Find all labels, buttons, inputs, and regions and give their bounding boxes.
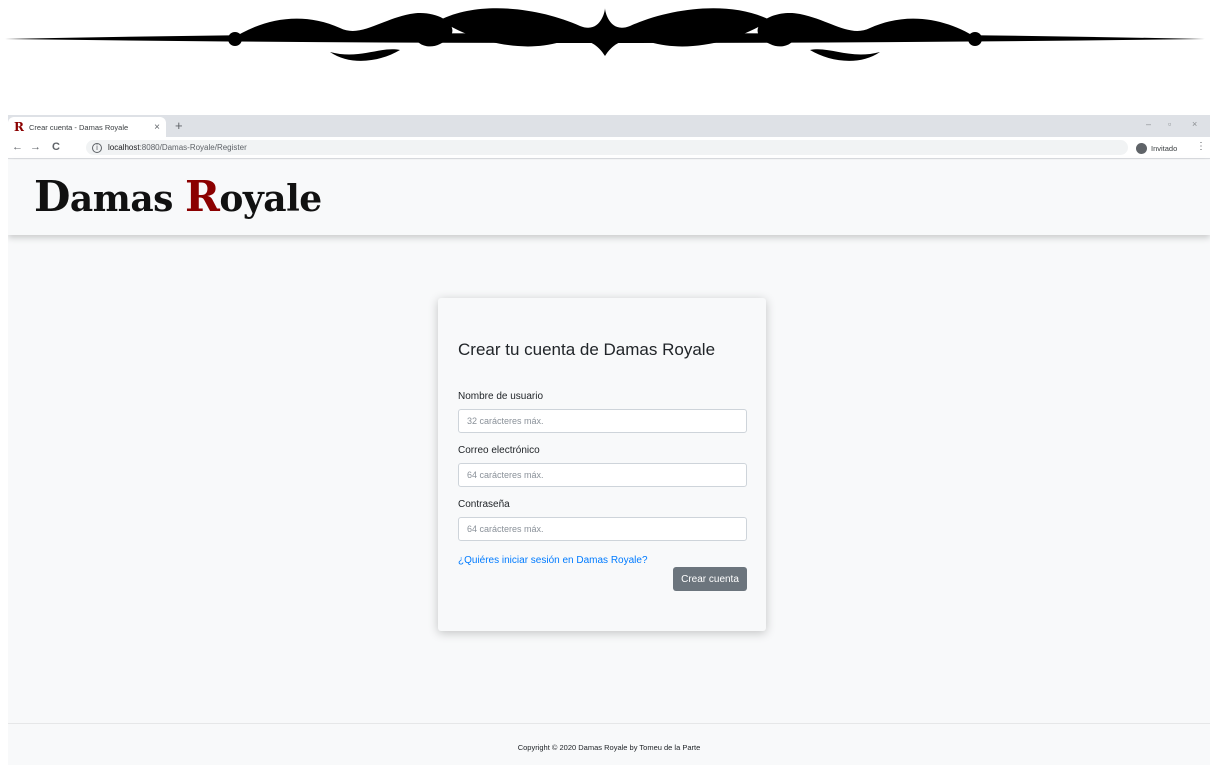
login-link[interactable]: ¿Quiéres iniciar sesión en Damas Royale? [458, 555, 648, 566]
register-card: Crear tu cuenta de Damas Royale Nombre d… [438, 298, 766, 631]
url-host: localhost [108, 143, 140, 152]
logo-text-amas: amas [69, 178, 185, 220]
profile-button[interactable]: Invitado [1136, 141, 1177, 155]
browser-tab[interactable]: R Crear cuenta - Damas Royale × [8, 117, 166, 137]
username-input[interactable] [458, 409, 747, 433]
tab-strip: R Crear cuenta - Damas Royale × + – ▫ × [8, 115, 1210, 137]
tab-title: Crear cuenta - Damas Royale [28, 122, 129, 132]
logo-text-oyale: oyale [219, 178, 322, 220]
username-label: Nombre de usuario [458, 391, 544, 402]
logo-letter-d: D [34, 172, 70, 221]
ornament-divider [5, 8, 1205, 61]
password-label: Contraseña [458, 499, 510, 510]
more-menu-icon[interactable]: ⋮ [1196, 141, 1206, 152]
reload-icon[interactable]: C [52, 141, 60, 153]
site-navbar: Damas Royale [8, 160, 1210, 235]
close-window-icon[interactable]: × [1192, 119, 1197, 129]
email-input[interactable] [458, 463, 747, 487]
forward-arrow-icon[interactable]: → [30, 141, 41, 153]
user-icon [1136, 142, 1147, 154]
email-label: Correo electrónico [458, 445, 540, 456]
url-field[interactable]: i localhost:8080/Damas-Royale/Register [86, 140, 1128, 155]
info-icon[interactable]: i [92, 142, 102, 153]
page-content: Damas Royale Crear tu cuenta de Damas Ro… [8, 160, 1210, 765]
favicon-icon: R [14, 120, 24, 134]
logo-letter-r: R [184, 172, 220, 221]
site-logo[interactable]: Damas Royale [34, 172, 322, 221]
password-input[interactable] [458, 517, 747, 541]
close-tab-icon[interactable]: × [154, 122, 160, 133]
new-tab-button[interactable]: + [175, 118, 183, 133]
profile-label: Invitado [1151, 143, 1178, 153]
site-footer: Copyright © 2020 Damas Royale by Tomeu d… [8, 723, 1210, 765]
restore-icon[interactable]: ▫ [1168, 119, 1171, 129]
url-path: :8080/Damas-Royale/Register [139, 143, 247, 152]
minimize-icon[interactable]: – [1146, 119, 1151, 129]
create-account-button[interactable]: Crear cuenta [673, 567, 747, 591]
address-bar: ← → C i localhost:8080/Damas-Royale/Regi… [8, 137, 1210, 159]
browser-window: R Crear cuenta - Damas Royale × + – ▫ × … [8, 115, 1210, 765]
back-arrow-icon[interactable]: ← [12, 141, 23, 153]
copyright-text: Copyright © 2020 Damas Royale by Tomeu d… [517, 743, 701, 752]
form-title: Crear tu cuenta de Damas Royale [458, 340, 716, 359]
